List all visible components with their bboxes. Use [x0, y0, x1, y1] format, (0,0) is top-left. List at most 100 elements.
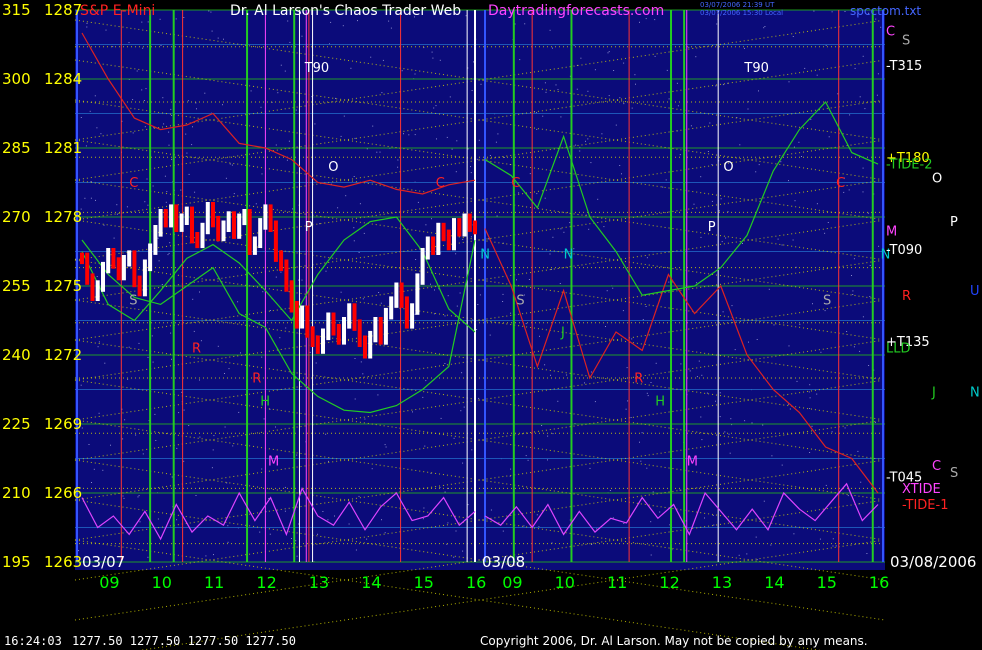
star-dot — [459, 292, 461, 294]
x-hour-label: 16 — [466, 573, 486, 592]
star-dot — [424, 445, 426, 447]
star-dot — [831, 431, 833, 433]
star-dot — [549, 253, 551, 255]
planet-mark: P — [305, 220, 313, 235]
star-dot — [758, 90, 759, 92]
star-dot — [100, 133, 102, 135]
star-dot — [378, 292, 380, 293]
star-dot — [113, 237, 115, 239]
star-dot — [756, 339, 758, 340]
star-dot — [196, 108, 197, 110]
price-bar — [158, 209, 163, 237]
price-bar — [137, 275, 142, 297]
star-dot — [453, 437, 455, 439]
star-dot — [523, 525, 525, 527]
star-dot — [78, 550, 79, 552]
star-dot — [473, 61, 474, 63]
star-dot — [86, 26, 88, 28]
price-bar — [363, 335, 367, 359]
star-dot — [478, 397, 480, 399]
price-bar — [127, 250, 132, 267]
star-dot — [587, 90, 589, 92]
right-label: -T090 — [886, 243, 922, 258]
price-bar — [457, 218, 462, 237]
star-dot — [330, 21, 332, 23]
star-dot — [698, 360, 700, 362]
star-dot — [187, 100, 189, 102]
star-dot — [542, 115, 544, 117]
star-dot — [162, 97, 164, 99]
price-bar — [473, 220, 477, 235]
star-dot — [354, 358, 356, 359]
star-dot — [645, 306, 647, 307]
star-dot — [816, 393, 818, 395]
star-dot — [706, 392, 708, 394]
star-dot — [876, 94, 878, 96]
star-dot — [138, 342, 140, 344]
star-dot — [631, 107, 633, 109]
star-dot — [364, 418, 366, 420]
planet-mark: C — [436, 176, 445, 191]
star-dot — [96, 276, 98, 277]
star-dot — [397, 166, 399, 168]
star-dot — [622, 310, 624, 312]
star-dot — [171, 114, 173, 116]
x-hour-label: 12 — [659, 573, 679, 592]
star-dot — [446, 136, 448, 138]
right-label: C — [932, 459, 941, 474]
star-dot — [80, 117, 82, 118]
star-dot — [862, 55, 864, 57]
star-dot — [191, 144, 193, 146]
star-dot — [528, 279, 530, 280]
star-dot — [608, 51, 610, 53]
right-label: S — [950, 466, 958, 481]
star-dot — [701, 439, 703, 441]
star-dot — [123, 497, 125, 499]
star-dot — [436, 138, 437, 140]
star-dot — [139, 521, 141, 523]
right-label: C — [886, 24, 895, 39]
star-dot — [612, 287, 614, 289]
star-dot — [480, 83, 482, 85]
star-dot — [462, 462, 464, 464]
y-left-tick: 270 — [2, 208, 31, 226]
star-dot — [194, 191, 196, 193]
x-hour-label: 12 — [256, 573, 276, 592]
star-dot — [204, 92, 206, 94]
star-dot — [155, 440, 157, 441]
star-dot — [403, 133, 404, 135]
star-dot — [640, 460, 642, 462]
star-dot — [654, 19, 656, 21]
star-dot — [456, 305, 458, 307]
planet-mark: C — [129, 176, 138, 191]
star-dot — [539, 335, 540, 337]
star-dot — [199, 436, 201, 438]
star-dot — [417, 201, 419, 203]
star-dot — [828, 136, 830, 138]
star-dot — [597, 198, 599, 200]
star-dot — [357, 20, 358, 22]
star-dot — [525, 323, 527, 325]
star-dot — [88, 444, 90, 445]
star-dot — [524, 23, 526, 25]
footer-ohlc: 1277.50 1277.50 1277.50 1277.50 — [72, 634, 296, 648]
y-left-tick: 285 — [2, 139, 31, 157]
price-bar — [247, 209, 252, 255]
star-dot — [401, 70, 403, 72]
star-dot — [145, 88, 147, 90]
right-label: S — [902, 34, 910, 49]
price-bar — [420, 248, 425, 285]
star-dot — [127, 378, 129, 380]
star-dot — [171, 476, 173, 478]
star-dot — [98, 321, 100, 323]
star-dot — [851, 275, 852, 276]
star-dot — [97, 346, 99, 348]
star-dot — [86, 22, 88, 24]
x-hour-label: 09 — [502, 573, 522, 592]
star-dot — [425, 380, 427, 382]
star-dot — [696, 282, 698, 284]
price-bar — [378, 317, 383, 345]
star-dot — [460, 410, 462, 412]
star-dot — [295, 540, 297, 542]
star-dot — [471, 90, 473, 91]
